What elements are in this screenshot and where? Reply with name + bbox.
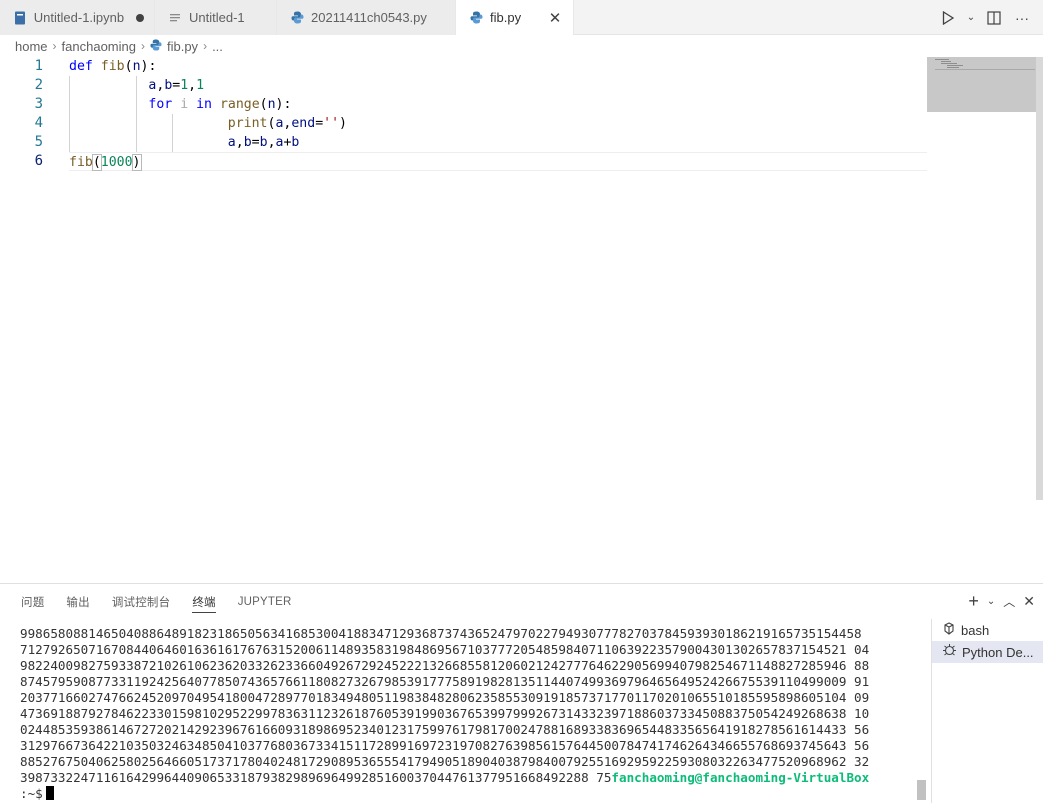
- terminal-prompt: :~$: [20, 786, 43, 801]
- terminal-item-python-debug[interactable]: Python De...: [932, 641, 1043, 663]
- terminal-line: 8745795908773311924256407785074365766118…: [20, 674, 870, 689]
- chevron-down-icon[interactable]: ⌄: [965, 7, 977, 29]
- code-line: a,b=1,1: [69, 76, 927, 95]
- chevron-down-icon[interactable]: ⌄: [987, 596, 995, 607]
- chevron-right-icon: ›: [203, 39, 208, 53]
- breadcrumb-symbols[interactable]: ...: [212, 39, 223, 54]
- terminal-item-bash[interactable]: bash: [932, 619, 1043, 641]
- unsaved-dot-icon: [136, 13, 144, 22]
- editor-actions: ⌄ ···: [937, 0, 1043, 35]
- line-number: 4: [34, 115, 43, 131]
- close-icon[interactable]: ✕: [1023, 593, 1035, 610]
- tab-untitled-1[interactable]: Untitled-1: [155, 0, 277, 35]
- terminal-icon: [942, 621, 956, 639]
- terminal-line: 3129766736422103503246348504103776803673…: [20, 738, 870, 753]
- tab-terminal[interactable]: 终端: [192, 584, 217, 619]
- code-line: a,b=b,a+b: [69, 133, 927, 152]
- terminal-line: 4736918879278462233015981029522997836311…: [20, 706, 870, 721]
- terminal-item-label: Python De...: [962, 644, 1034, 660]
- chevron-right-icon: ›: [52, 39, 57, 53]
- tab-jupyter[interactable]: JUPYTER: [238, 584, 292, 619]
- minimap[interactable]: [927, 57, 1037, 112]
- tab-label: fib.py: [490, 10, 522, 25]
- terminal-line: 8852767504062580256466051737178040248172…: [20, 754, 870, 769]
- terminal-line: 2037716602747662452097049541800472897701…: [20, 690, 870, 705]
- run-icon[interactable]: [937, 7, 959, 29]
- debug-icon: [942, 643, 957, 661]
- breadcrumb-folder[interactable]: fanchaoming: [62, 39, 136, 54]
- panel-actions: + ⌄ ︿ ✕: [968, 584, 1035, 619]
- terminal-line: 7127926507167084406460163616176763152006…: [20, 642, 870, 657]
- line-number: 5: [34, 134, 43, 150]
- editor-tab-bar: Untitled-1.ipynb Untitled-1 20211411ch05…: [0, 0, 1043, 35]
- terminal-line: 9822400982759338721026106236203326233660…: [20, 658, 870, 673]
- terminal-cursor: [45, 786, 54, 800]
- breadcrumb: home › fanchaoming › fib.py › ...: [0, 35, 1043, 57]
- tab-untitled-ipynb[interactable]: Untitled-1.ipynb: [0, 0, 155, 35]
- terminal-output[interactable]: 9986580881465040886489182318650563416853…: [20, 626, 916, 802]
- python-icon: [468, 10, 484, 26]
- tab-20211411ch0543-py[interactable]: 20211411ch0543.py: [277, 0, 456, 35]
- code-line: print(a,end=''): [69, 114, 927, 133]
- terminal-line: 0244853593861467272021429239676166093189…: [20, 722, 870, 737]
- terminal-line: 9986580881465040886489182318650563416853…: [20, 626, 862, 641]
- code-area[interactable]: def fib(n): a,b=1,1 for i in range(n): p…: [69, 57, 927, 171]
- line-number-gutter: 1 2 3 4 5 6: [0, 57, 60, 171]
- tab-output[interactable]: 输出: [66, 584, 89, 619]
- line-number: 2: [34, 77, 43, 93]
- split-editor-icon[interactable]: [983, 7, 1005, 29]
- tab-fib-py[interactable]: fib.py ✕: [456, 0, 574, 35]
- notebook-icon: [12, 10, 28, 26]
- tab-debug-console[interactable]: 调试控制台: [112, 584, 171, 619]
- python-icon: [289, 10, 305, 26]
- tab-label: Untitled-1.ipynb: [33, 10, 125, 25]
- terminal-scrollbar[interactable]: [917, 780, 926, 800]
- breadcrumb-home[interactable]: home: [15, 39, 48, 54]
- code-line: def fib(n):: [69, 59, 157, 74]
- chevron-right-icon: ›: [140, 39, 145, 53]
- line-number: 1: [34, 58, 43, 74]
- code-line-current: fib(1000): [69, 152, 927, 171]
- terminal-item-label: bash: [961, 622, 990, 638]
- more-icon[interactable]: ···: [1011, 7, 1033, 29]
- breadcrumb-file[interactable]: fib.py: [167, 39, 198, 54]
- line-number: 3: [34, 96, 43, 112]
- file-icon: [167, 10, 183, 26]
- terminal-list: bash Python De...: [931, 619, 1043, 803]
- code-editor[interactable]: 1 2 3 4 5 6 def fib(n): a,b=1,1 for i in…: [0, 57, 1043, 583]
- tab-label: 20211411ch0543.py: [311, 10, 427, 25]
- terminal-line: :~$: [20, 786, 916, 802]
- maximize-panel-icon[interactable]: ︿: [1003, 593, 1015, 610]
- editor-scrollbar[interactable]: [1036, 57, 1043, 500]
- python-icon: [150, 38, 162, 54]
- tab-problems[interactable]: 问题: [21, 584, 44, 619]
- terminal-line: 3987332247116164299644090653318793829896…: [20, 770, 916, 786]
- line-number: 6: [34, 153, 43, 169]
- bottom-panel: 问题 输出 调试控制台 终端 JUPYTER + ⌄ ︿ ✕ 998658088…: [0, 583, 1043, 803]
- panel-tabs: 问题 输出 调试控制台 终端 JUPYTER: [0, 584, 292, 619]
- terminal-output-tail: 3987332247116164299644090653318793829896…: [20, 770, 612, 785]
- close-icon[interactable]: ✕: [547, 9, 563, 27]
- tab-label: Untitled-1: [189, 10, 245, 25]
- code-line: for i in range(n):: [69, 95, 927, 114]
- plus-icon[interactable]: +: [968, 591, 979, 612]
- terminal-prompt-user: fanchaoming@fanchaoming-VirtualBox: [611, 770, 870, 785]
